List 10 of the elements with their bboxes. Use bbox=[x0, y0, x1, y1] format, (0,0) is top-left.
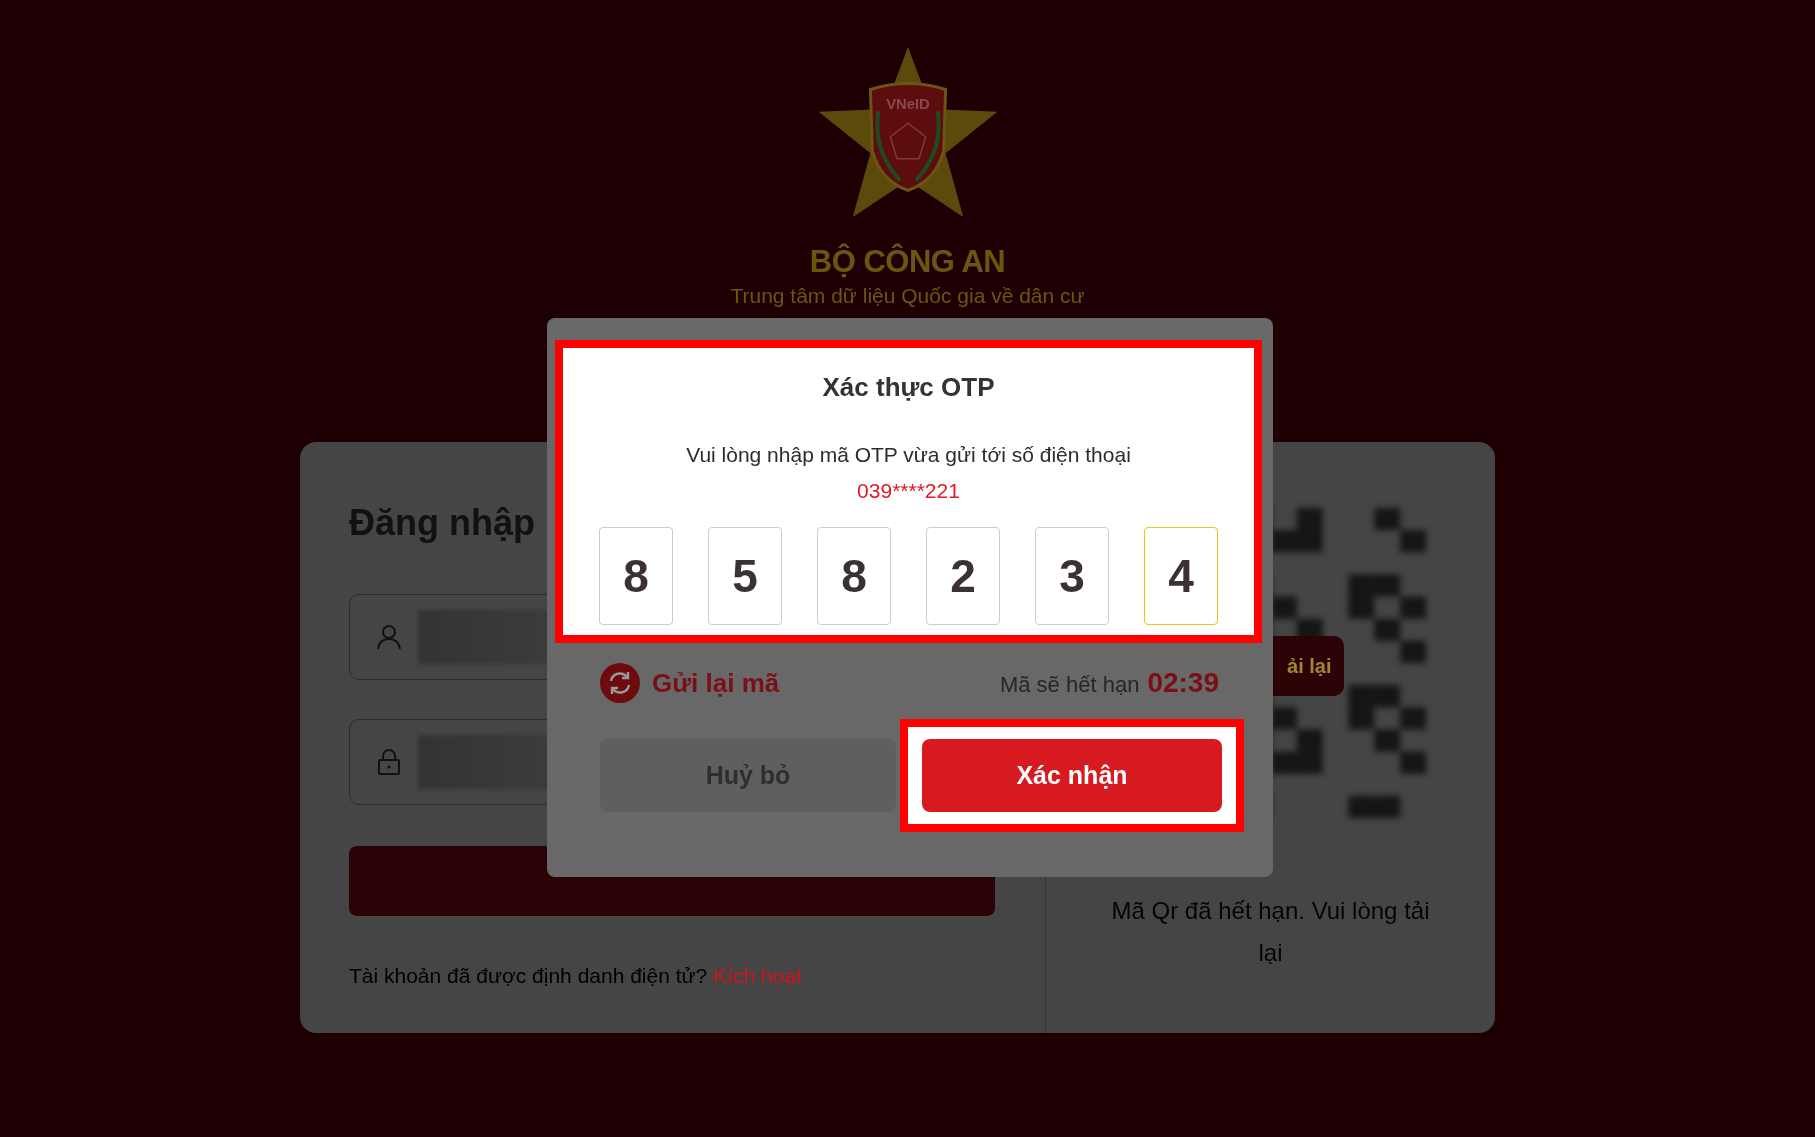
logo-text: VNeID bbox=[885, 96, 930, 113]
activation-prompt: Tài khoản đã được định danh điện tử? Kích hoạt bbox=[349, 964, 803, 988]
dialog-title: Xác thực OTP bbox=[822, 372, 995, 403]
phone-number: 039****221 bbox=[857, 479, 960, 503]
expiry-label: Mã sẽ hết hạn bbox=[999, 672, 1140, 698]
dialog-message: Vui lòng nhập mã OTP vừa gửi tới số điện thoại bbox=[686, 443, 1131, 467]
qr-expired-message: Mã Qr đã hết hạn. Vui lòng tải lại bbox=[1111, 896, 1430, 968]
brand-subtitle: Trung tâm dữ liệu Quốc gia về dân cư bbox=[730, 284, 1085, 308]
brand-title: BỘ CÔNG AN bbox=[809, 244, 1006, 280]
countdown-timer: 02:39 bbox=[1147, 667, 1219, 699]
